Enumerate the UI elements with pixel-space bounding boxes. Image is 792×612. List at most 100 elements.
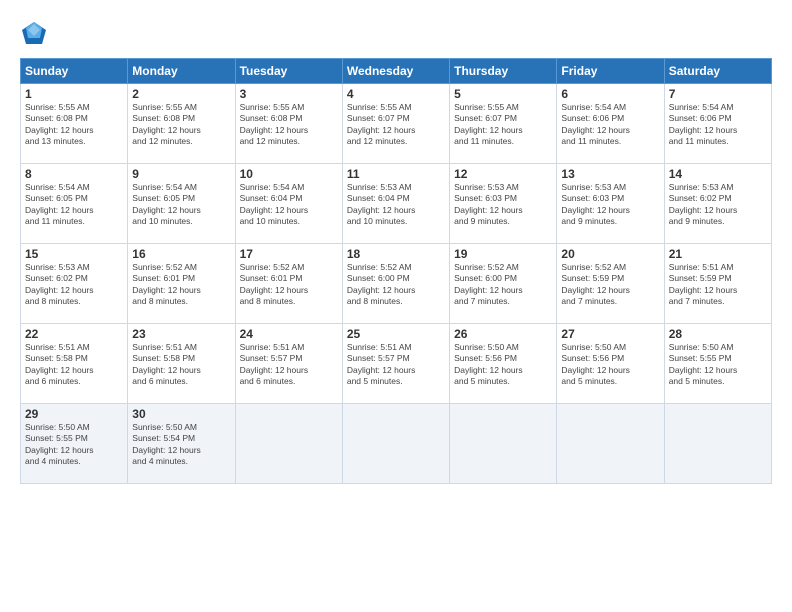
day-number: 12 [454,167,552,181]
calendar-cell: 29Sunrise: 5:50 AMSunset: 5:55 PMDayligh… [21,404,128,484]
day-info: Sunrise: 5:52 AMSunset: 5:59 PMDaylight:… [561,262,659,308]
day-number: 14 [669,167,767,181]
day-number: 16 [132,247,230,261]
day-info: Sunrise: 5:52 AMSunset: 6:01 PMDaylight:… [240,262,338,308]
calendar-cell: 17Sunrise: 5:52 AMSunset: 6:01 PMDayligh… [235,244,342,324]
day-number: 26 [454,327,552,341]
calendar-cell: 16Sunrise: 5:52 AMSunset: 6:01 PMDayligh… [128,244,235,324]
day-info: Sunrise: 5:54 AMSunset: 6:04 PMDaylight:… [240,182,338,228]
calendar-header-row: SundayMondayTuesdayWednesdayThursdayFrid… [21,59,772,84]
calendar-week-3: 15Sunrise: 5:53 AMSunset: 6:02 PMDayligh… [21,244,772,324]
calendar-cell [450,404,557,484]
day-info: Sunrise: 5:54 AMSunset: 6:06 PMDaylight:… [561,102,659,148]
day-info: Sunrise: 5:55 AMSunset: 6:08 PMDaylight:… [132,102,230,148]
calendar-cell: 26Sunrise: 5:50 AMSunset: 5:56 PMDayligh… [450,324,557,404]
calendar-cell: 23Sunrise: 5:51 AMSunset: 5:58 PMDayligh… [128,324,235,404]
day-number: 18 [347,247,445,261]
day-info: Sunrise: 5:51 AMSunset: 5:57 PMDaylight:… [240,342,338,388]
calendar-week-1: 1Sunrise: 5:55 AMSunset: 6:08 PMDaylight… [21,84,772,164]
calendar-cell: 6Sunrise: 5:54 AMSunset: 6:06 PMDaylight… [557,84,664,164]
day-info: Sunrise: 5:51 AMSunset: 5:58 PMDaylight:… [132,342,230,388]
calendar-cell [664,404,771,484]
calendar-cell: 8Sunrise: 5:54 AMSunset: 6:05 PMDaylight… [21,164,128,244]
calendar-cell: 9Sunrise: 5:54 AMSunset: 6:05 PMDaylight… [128,164,235,244]
calendar-cell: 1Sunrise: 5:55 AMSunset: 6:08 PMDaylight… [21,84,128,164]
day-info: Sunrise: 5:54 AMSunset: 6:05 PMDaylight:… [25,182,123,228]
calendar-cell: 30Sunrise: 5:50 AMSunset: 5:54 PMDayligh… [128,404,235,484]
calendar-cell: 2Sunrise: 5:55 AMSunset: 6:08 PMDaylight… [128,84,235,164]
day-info: Sunrise: 5:55 AMSunset: 6:08 PMDaylight:… [25,102,123,148]
day-number: 10 [240,167,338,181]
calendar-cell: 21Sunrise: 5:51 AMSunset: 5:59 PMDayligh… [664,244,771,324]
day-header-friday: Friday [557,59,664,84]
day-number: 6 [561,87,659,101]
calendar-cell: 20Sunrise: 5:52 AMSunset: 5:59 PMDayligh… [557,244,664,324]
day-info: Sunrise: 5:50 AMSunset: 5:55 PMDaylight:… [669,342,767,388]
day-info: Sunrise: 5:55 AMSunset: 6:07 PMDaylight:… [347,102,445,148]
day-info: Sunrise: 5:55 AMSunset: 6:08 PMDaylight:… [240,102,338,148]
day-number: 3 [240,87,338,101]
calendar-cell: 25Sunrise: 5:51 AMSunset: 5:57 PMDayligh… [342,324,449,404]
day-info: Sunrise: 5:55 AMSunset: 6:07 PMDaylight:… [454,102,552,148]
day-number: 21 [669,247,767,261]
day-number: 9 [132,167,230,181]
calendar-cell: 15Sunrise: 5:53 AMSunset: 6:02 PMDayligh… [21,244,128,324]
day-header-thursday: Thursday [450,59,557,84]
day-number: 2 [132,87,230,101]
calendar-cell [235,404,342,484]
day-number: 27 [561,327,659,341]
calendar-cell: 27Sunrise: 5:50 AMSunset: 5:56 PMDayligh… [557,324,664,404]
calendar-cell [342,404,449,484]
day-info: Sunrise: 5:52 AMSunset: 6:00 PMDaylight:… [347,262,445,308]
day-number: 23 [132,327,230,341]
day-info: Sunrise: 5:51 AMSunset: 5:57 PMDaylight:… [347,342,445,388]
day-info: Sunrise: 5:53 AMSunset: 6:03 PMDaylight:… [454,182,552,228]
day-number: 30 [132,407,230,421]
logo [20,20,52,48]
day-number: 7 [669,87,767,101]
day-number: 4 [347,87,445,101]
day-info: Sunrise: 5:51 AMSunset: 5:58 PMDaylight:… [25,342,123,388]
day-number: 25 [347,327,445,341]
day-info: Sunrise: 5:50 AMSunset: 5:56 PMDaylight:… [561,342,659,388]
day-number: 1 [25,87,123,101]
day-info: Sunrise: 5:50 AMSunset: 5:54 PMDaylight:… [132,422,230,468]
calendar-cell [557,404,664,484]
day-header-saturday: Saturday [664,59,771,84]
day-header-wednesday: Wednesday [342,59,449,84]
day-info: Sunrise: 5:51 AMSunset: 5:59 PMDaylight:… [669,262,767,308]
day-number: 17 [240,247,338,261]
calendar-cell: 22Sunrise: 5:51 AMSunset: 5:58 PMDayligh… [21,324,128,404]
calendar-cell: 12Sunrise: 5:53 AMSunset: 6:03 PMDayligh… [450,164,557,244]
day-info: Sunrise: 5:52 AMSunset: 6:01 PMDaylight:… [132,262,230,308]
calendar-cell: 14Sunrise: 5:53 AMSunset: 6:02 PMDayligh… [664,164,771,244]
day-info: Sunrise: 5:52 AMSunset: 6:00 PMDaylight:… [454,262,552,308]
day-info: Sunrise: 5:53 AMSunset: 6:03 PMDaylight:… [561,182,659,228]
day-info: Sunrise: 5:53 AMSunset: 6:02 PMDaylight:… [669,182,767,228]
calendar-cell: 7Sunrise: 5:54 AMSunset: 6:06 PMDaylight… [664,84,771,164]
calendar-cell: 19Sunrise: 5:52 AMSunset: 6:00 PMDayligh… [450,244,557,324]
day-number: 22 [25,327,123,341]
day-number: 28 [669,327,767,341]
calendar-week-4: 22Sunrise: 5:51 AMSunset: 5:58 PMDayligh… [21,324,772,404]
calendar-cell: 11Sunrise: 5:53 AMSunset: 6:04 PMDayligh… [342,164,449,244]
day-info: Sunrise: 5:50 AMSunset: 5:55 PMDaylight:… [25,422,123,468]
calendar-cell: 3Sunrise: 5:55 AMSunset: 6:08 PMDaylight… [235,84,342,164]
calendar-week-2: 8Sunrise: 5:54 AMSunset: 6:05 PMDaylight… [21,164,772,244]
calendar-cell: 13Sunrise: 5:53 AMSunset: 6:03 PMDayligh… [557,164,664,244]
calendar-week-5: 29Sunrise: 5:50 AMSunset: 5:55 PMDayligh… [21,404,772,484]
day-number: 13 [561,167,659,181]
day-info: Sunrise: 5:54 AMSunset: 6:05 PMDaylight:… [132,182,230,228]
day-info: Sunrise: 5:54 AMSunset: 6:06 PMDaylight:… [669,102,767,148]
day-number: 19 [454,247,552,261]
calendar-table: SundayMondayTuesdayWednesdayThursdayFrid… [20,58,772,484]
day-header-monday: Monday [128,59,235,84]
day-header-sunday: Sunday [21,59,128,84]
day-number: 8 [25,167,123,181]
calendar-cell: 10Sunrise: 5:54 AMSunset: 6:04 PMDayligh… [235,164,342,244]
calendar-cell: 28Sunrise: 5:50 AMSunset: 5:55 PMDayligh… [664,324,771,404]
day-number: 24 [240,327,338,341]
page: SundayMondayTuesdayWednesdayThursdayFrid… [0,0,792,612]
day-info: Sunrise: 5:50 AMSunset: 5:56 PMDaylight:… [454,342,552,388]
calendar-cell: 5Sunrise: 5:55 AMSunset: 6:07 PMDaylight… [450,84,557,164]
